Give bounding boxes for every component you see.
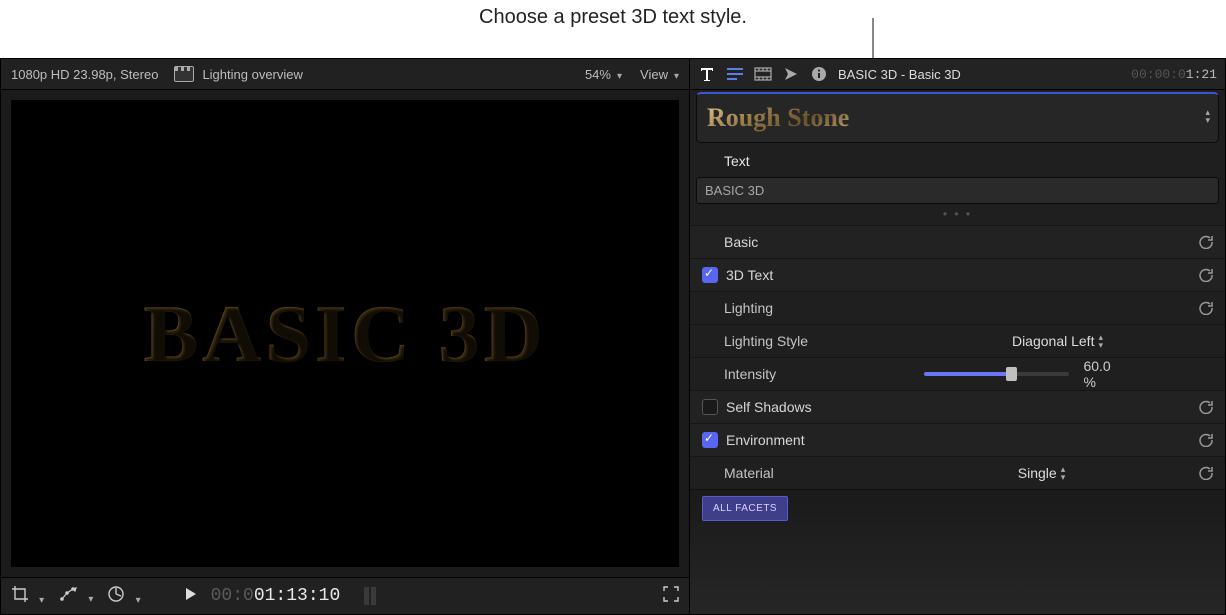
crop-tool-icon[interactable]: ▾ bbox=[11, 585, 44, 607]
intensity-label: Intensity bbox=[702, 366, 924, 382]
text-inspector-tab[interactable] bbox=[698, 65, 716, 83]
text-section-label: Text bbox=[690, 149, 1225, 173]
paragraph-inspector-tab[interactable] bbox=[726, 65, 744, 83]
view-menu[interactable]: View▾ bbox=[640, 67, 679, 82]
inspector-clip-title: BASIC 3D - Basic 3D bbox=[838, 67, 1121, 82]
material-section-row[interactable]: Material Single▴▾ bbox=[690, 456, 1225, 489]
info-inspector-tab[interactable] bbox=[810, 65, 828, 83]
all-facets-tab[interactable]: ALL FACETS bbox=[702, 496, 788, 521]
reset-icon[interactable] bbox=[1199, 235, 1213, 249]
play-button[interactable] bbox=[185, 587, 197, 605]
fullscreen-icon[interactable] bbox=[663, 586, 679, 607]
lighting-style-row: Lighting Style Diagonal Left▴▾ bbox=[690, 324, 1225, 357]
chevron-down-icon: ▾ bbox=[617, 71, 622, 82]
clip-name: Lighting overview bbox=[202, 67, 302, 82]
updown-stepper-icon: ▴▾ bbox=[1098, 333, 1103, 349]
drag-handle-icon[interactable]: • • • bbox=[690, 206, 1225, 225]
video-inspector-tab[interactable] bbox=[754, 65, 772, 83]
app-window: 1080p HD 23.98p, Stereo Lighting overvie… bbox=[0, 58, 1226, 615]
reset-icon[interactable] bbox=[1199, 466, 1213, 480]
chevron-down-icon: ▾ bbox=[674, 71, 679, 82]
material-preview-row: ALL FACETS bbox=[690, 489, 1225, 614]
self-shadows-row[interactable]: Self Shadows bbox=[690, 390, 1225, 423]
updown-stepper-icon: ▴▾ bbox=[1061, 465, 1066, 481]
chevron-down-icon: ▾ bbox=[39, 595, 44, 606]
chevron-down-icon: ▾ bbox=[88, 594, 93, 605]
inspector-pane: BASIC 3D - Basic 3D 00:00:01:21 Rough St… bbox=[689, 59, 1225, 614]
timecode-display[interactable]: 00:001:13:10 bbox=[211, 586, 341, 606]
intensity-row: Intensity 60.0 % bbox=[690, 357, 1225, 390]
updown-stepper-icon: ▴▾ bbox=[1205, 108, 1210, 124]
zoom-menu[interactable]: 54%▾ bbox=[585, 67, 622, 82]
viewer-bottom-toolbar: ▾ ▾ ▾ 00:001:13:10 bbox=[1, 577, 689, 614]
environment-checkbox[interactable] bbox=[702, 432, 718, 448]
reset-icon[interactable] bbox=[1199, 400, 1213, 414]
callout-text: Choose a preset 3D text style. bbox=[0, 6, 1226, 29]
preview-3d-text: BASIC 3D bbox=[143, 287, 546, 381]
clip-appearance-icon[interactable]: ▾ bbox=[107, 585, 140, 607]
retime-tool-icon[interactable]: ▾ bbox=[58, 586, 93, 606]
3d-text-checkbox[interactable] bbox=[702, 267, 718, 283]
inspector-toolbar: BASIC 3D - Basic 3D 00:00:01:21 bbox=[690, 59, 1225, 90]
chevron-down-icon: ▾ bbox=[136, 595, 141, 606]
environment-row[interactable]: Environment bbox=[690, 423, 1225, 456]
reset-icon[interactable] bbox=[1199, 268, 1213, 282]
preset-style-popup[interactable]: Rough Stone ▴▾ bbox=[696, 92, 1219, 143]
preview-canvas[interactable]: BASIC 3D bbox=[11, 100, 679, 567]
clapperboard-icon bbox=[174, 66, 194, 82]
text-input[interactable]: BASIC 3D bbox=[696, 177, 1219, 204]
info-arrow-tab[interactable] bbox=[782, 65, 800, 83]
material-popup[interactable]: Single▴▾ bbox=[1018, 465, 1065, 481]
intensity-value-field[interactable]: 60.0 % bbox=[1083, 358, 1125, 390]
lighting-section-row[interactable]: Lighting bbox=[690, 291, 1225, 324]
3d-text-section-row[interactable]: 3D Text bbox=[690, 258, 1225, 291]
inspector-timecode: 00:00:01:21 bbox=[1131, 67, 1217, 82]
intensity-slider[interactable] bbox=[924, 372, 1069, 376]
format-label: 1080p HD 23.98p, Stereo bbox=[11, 67, 158, 82]
viewer-pane: 1080p HD 23.98p, Stereo Lighting overvie… bbox=[1, 59, 689, 614]
preset-name: Rough Stone bbox=[707, 103, 849, 133]
viewer-toolbar: 1080p HD 23.98p, Stereo Lighting overvie… bbox=[1, 59, 689, 90]
audio-meter bbox=[364, 587, 376, 605]
reset-icon[interactable] bbox=[1199, 301, 1213, 315]
self-shadows-checkbox[interactable] bbox=[702, 399, 718, 415]
lighting-style-popup[interactable]: Diagonal Left▴▾ bbox=[1012, 333, 1103, 349]
reset-icon[interactable] bbox=[1199, 433, 1213, 447]
basic-section-row[interactable]: Basic bbox=[690, 225, 1225, 258]
lighting-style-label: Lighting Style bbox=[702, 333, 924, 349]
